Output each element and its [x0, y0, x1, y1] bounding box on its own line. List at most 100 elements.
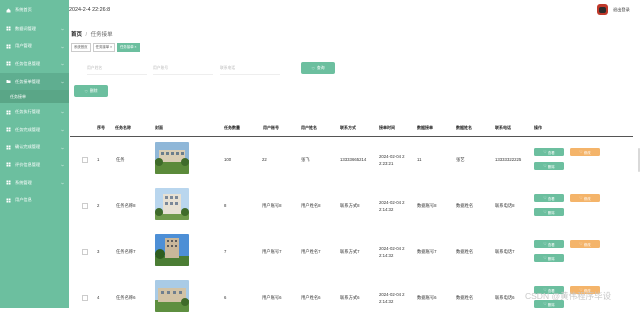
- cell-time: 2024-02-04 2: [379, 200, 405, 205]
- sidebar: 系统首页数据词管理用户管理任务信息管理任务接单管理 任务接单任务执行管理 任务完成管…: [0, 0, 69, 308]
- cell-contact: 13333665214: [340, 157, 367, 162]
- search-phone-input[interactable]: 联系电话: [220, 62, 280, 75]
- cell-time: 2024-02-04 2: [379, 292, 405, 297]
- delete-button-label: 删除: [89, 88, 98, 93]
- heart-icon: ♡: [543, 302, 547, 306]
- cell-acct: 用户账号8: [262, 203, 282, 208]
- user-avatar[interactable]: [597, 4, 608, 15]
- cover-image: [155, 280, 189, 312]
- column-header: 任务名称: [115, 125, 131, 130]
- cell-b: 数据姓名: [456, 203, 474, 208]
- cell-uname: 用户姓名7: [301, 249, 321, 254]
- column-header: 任务数量: [224, 125, 240, 130]
- cell-qty: 6: [224, 295, 227, 300]
- grid-icon: [6, 44, 11, 49]
- row-checkbox[interactable]: [82, 157, 88, 163]
- cell-phone: 联系电话7: [495, 249, 515, 254]
- heart-icon: ♡: [543, 256, 547, 260]
- cell-name: 任务: [116, 157, 125, 162]
- sidebar-item-1[interactable]: 数据词管理: [0, 20, 69, 38]
- cell-phone: 联系电话8: [495, 203, 515, 208]
- view-button-label: 查看: [547, 242, 555, 247]
- tab-task-accept[interactable]: 任务接单 ×: [92, 43, 116, 52]
- sidebar-item-9[interactable]: 系统管理: [0, 174, 69, 192]
- grid-icon: [6, 180, 11, 185]
- row-delete-button[interactable]: ♡ 删除: [534, 162, 564, 170]
- sidebar-item-label: 任务完成管理: [15, 126, 41, 132]
- cell-a: 数据账号6: [417, 295, 437, 300]
- chevron-down-icon: [61, 146, 64, 149]
- column-header: 联系电话: [495, 125, 511, 130]
- view-button-label: 查看: [547, 150, 555, 155]
- sidebar-item-7[interactable]: 确认完成管理: [0, 139, 69, 157]
- heart-icon: ♡: [543, 242, 547, 246]
- edit-button[interactable]: ♡ 修改: [570, 240, 600, 248]
- cell-time: 2024-02-04 2: [379, 154, 405, 159]
- chevron-down-icon: [61, 110, 64, 114]
- grid-icon: [6, 26, 11, 31]
- query-button[interactable]: ♡ 查询: [301, 62, 335, 74]
- sidebar-item-label: 用户信息: [15, 197, 32, 203]
- sidebar-item-label: 任务信息管理: [15, 60, 41, 66]
- heart-icon: ♡: [579, 196, 583, 200]
- sidebar-item-2[interactable]: 用户管理: [0, 38, 69, 56]
- delete-button[interactable]: ♡ 删除: [74, 85, 108, 97]
- cell-a: 数据账号7: [417, 249, 437, 254]
- row-checkbox[interactable]: [82, 295, 88, 301]
- tab-task-accept-active[interactable]: 任务接单 ×: [117, 43, 140, 52]
- cell-b: 数据姓名: [456, 295, 474, 300]
- row-delete-button[interactable]: ♡ 删除: [534, 208, 564, 216]
- sidebar-item-label: 系统管理: [15, 179, 32, 185]
- chevron-down-icon: [61, 45, 64, 49]
- sidebar-subitem-task-accept[interactable]: 任务接单: [0, 90, 69, 104]
- row-checkbox[interactable]: [82, 203, 88, 209]
- grid-icon: [6, 198, 11, 203]
- sidebar-item-4[interactable]: 任务接单管理: [0, 72, 69, 91]
- heart-icon: ♡: [84, 89, 88, 94]
- current-datetime: 2024-2-4 22:26:8: [69, 7, 111, 13]
- row-delete-button-label: 删除: [547, 256, 555, 261]
- edit-button[interactable]: ♡ 修改: [570, 148, 600, 156]
- cell-qty: 100: [224, 157, 232, 162]
- cell-time: 2:23:21: [379, 161, 394, 166]
- edit-button[interactable]: ♡ 修改: [570, 194, 600, 202]
- row-checkbox[interactable]: [82, 249, 88, 255]
- sidebar-item-3[interactable]: 任务信息管理: [0, 55, 69, 73]
- cell-contact: 联系方式7: [340, 249, 360, 254]
- view-button[interactable]: ♡ 查看: [534, 194, 564, 202]
- cell-a: 11: [417, 157, 422, 162]
- sidebar-item-label: 系统首页: [15, 7, 32, 12]
- view-button[interactable]: ♡ 查看: [534, 148, 564, 156]
- sidebar-item-label: 任务执行管理: [15, 109, 41, 115]
- grid-icon: [6, 61, 11, 66]
- cell-a: 数据账号8: [417, 203, 437, 208]
- grid-icon: [6, 162, 11, 167]
- cell-acct: 用户账号6: [262, 295, 282, 300]
- cell-time: 2024-02-04 2: [379, 246, 405, 251]
- tab-home[interactable]: 系统首页: [71, 43, 91, 52]
- sidebar-item-5[interactable]: 任务执行管理: [0, 103, 69, 121]
- cell-qty: 8: [224, 203, 227, 208]
- heart-icon: ♡: [543, 150, 547, 154]
- cell-phone: 联系电话6: [495, 295, 515, 300]
- sidebar-item-0[interactable]: 系统首页: [0, 0, 69, 20]
- column-header: 封面: [155, 125, 163, 130]
- cell-b: 张艺: [456, 157, 465, 162]
- logout-link[interactable]: 退出登录: [613, 7, 630, 13]
- cover-image: [155, 142, 189, 174]
- scrollbar[interactable]: [638, 148, 640, 172]
- cell-contact: 联系方式6: [340, 295, 360, 300]
- edit-button-label: 修改: [583, 150, 591, 155]
- sidebar-item-6[interactable]: 任务完成管理: [0, 121, 69, 139]
- sidebar-item-10[interactable]: 用户信息: [0, 191, 69, 209]
- sidebar-item-8[interactable]: 评价信息管理: [0, 156, 69, 174]
- view-button[interactable]: ♡ 查看: [534, 240, 564, 248]
- search-user-name-input[interactable]: 用户姓名: [87, 62, 147, 75]
- sidebar-item-label: 用户管理: [15, 43, 32, 49]
- breadcrumb-home[interactable]: 首页: [71, 32, 82, 38]
- row-delete-button[interactable]: ♡ 删除: [534, 254, 564, 262]
- cell-b: 数据姓名: [456, 249, 474, 254]
- search-user-account-input[interactable]: 用户账号: [153, 62, 213, 75]
- breadcrumb-separator: /: [85, 32, 88, 38]
- sidebar-item-label: 数据词管理: [15, 25, 36, 31]
